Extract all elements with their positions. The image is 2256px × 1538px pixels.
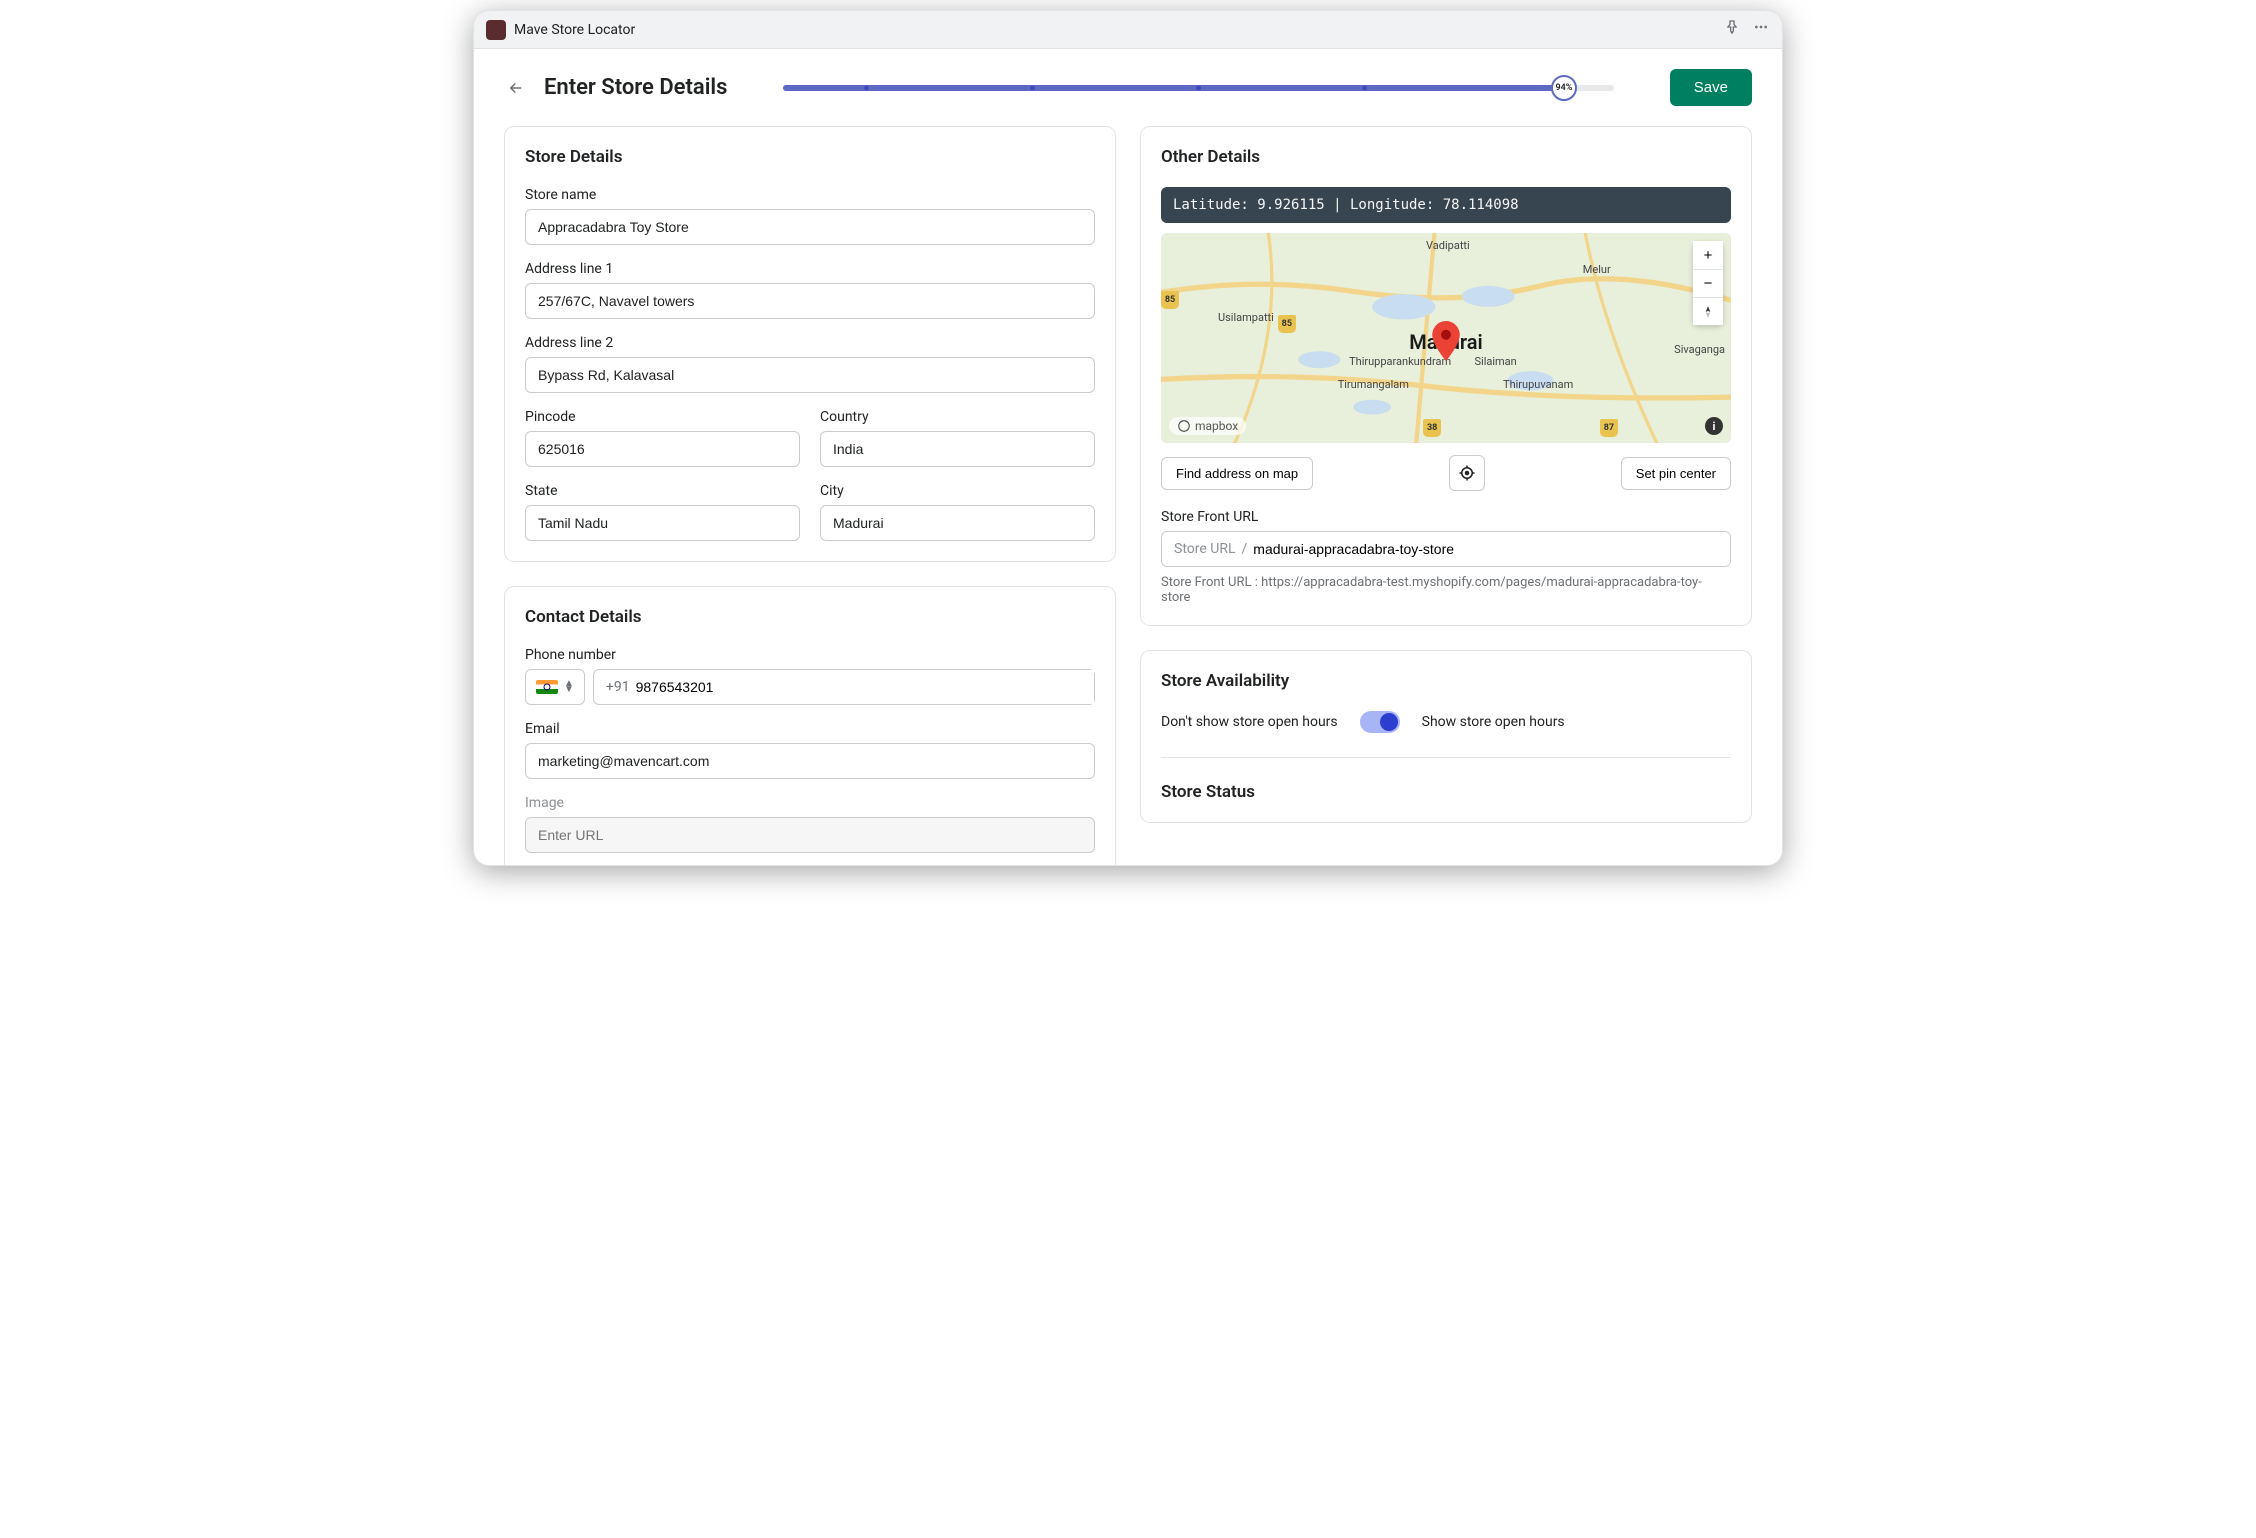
store-details-heading: Store Details xyxy=(525,147,1095,167)
address-2-label: Address line 2 xyxy=(525,335,1095,351)
road-shield: 85 xyxy=(1278,315,1296,333)
address-1-input[interactable] xyxy=(525,283,1095,319)
left-column: Store Details Store name Address line 1 … xyxy=(504,126,1116,865)
zoom-in-button[interactable]: + xyxy=(1693,241,1723,269)
map-view[interactable]: Vadipatti Melur Usilampatti Thirupparank… xyxy=(1161,233,1731,443)
titlebar: Mave Store Locator xyxy=(474,11,1782,49)
availability-on-label: Show store open hours xyxy=(1422,714,1565,730)
other-details-heading: Other Details xyxy=(1161,147,1731,167)
map-label: Sivaganga xyxy=(1674,343,1725,356)
city-label: City xyxy=(820,483,1095,499)
map-label: Tirumangalam xyxy=(1338,378,1409,391)
map-label: Usilampatti xyxy=(1218,311,1274,324)
back-button[interactable] xyxy=(504,76,528,100)
availability-heading: Store Availability xyxy=(1161,671,1731,691)
app-title: Mave Store Locator xyxy=(514,22,1724,38)
store-name-label: Store name xyxy=(525,187,1095,203)
more-icon[interactable] xyxy=(1752,19,1770,40)
email-input[interactable] xyxy=(525,743,1095,779)
url-prefix: Store URL xyxy=(1162,532,1242,566)
map-label: Melur xyxy=(1583,263,1611,276)
availability-status-card: Store Availability Don't show store open… xyxy=(1140,650,1752,823)
pincode-input[interactable] xyxy=(525,431,800,467)
availability-toggle[interactable] xyxy=(1360,711,1400,733)
save-button[interactable]: Save xyxy=(1670,69,1752,106)
map-zoom-controls: + − xyxy=(1693,241,1723,325)
store-front-url-help: Store Front URL : https://appracadabra-t… xyxy=(1161,575,1731,605)
titlebar-actions xyxy=(1724,19,1770,40)
latlon-display: Latitude: 9.926115 | Longitude: 78.11409… xyxy=(1161,187,1731,223)
store-front-url-input[interactable] xyxy=(1253,532,1730,566)
store-details-card: Store Details Store name Address line 1 … xyxy=(504,126,1116,562)
phone-input[interactable] xyxy=(630,670,1094,704)
country-input[interactable] xyxy=(820,431,1095,467)
mapbox-logo: mapbox xyxy=(1169,417,1246,435)
city-input[interactable] xyxy=(820,505,1095,541)
pin-icon[interactable] xyxy=(1724,19,1740,40)
store-name-input[interactable] xyxy=(525,209,1095,245)
road-shield: 85 xyxy=(1161,291,1179,309)
contact-details-heading: Contact Details xyxy=(525,607,1095,627)
store-front-url-label: Store Front URL xyxy=(1161,509,1731,525)
compass-button[interactable] xyxy=(1693,297,1723,325)
page-title: Enter Store Details xyxy=(544,75,727,100)
set-pin-center-button[interactable]: Set pin center xyxy=(1621,457,1731,490)
email-label: Email xyxy=(525,721,1095,737)
road-shield: 38 xyxy=(1423,419,1441,437)
page-header: Enter Store Details 94% Save xyxy=(504,69,1752,106)
progress-badge: 94% xyxy=(1551,75,1577,101)
map-label: Silaiman xyxy=(1475,355,1517,368)
url-slash: / xyxy=(1242,541,1254,557)
store-front-url-field: Store URL / xyxy=(1161,531,1731,567)
app-window: Mave Store Locator Enter Store Details xyxy=(473,10,1783,866)
address-2-input[interactable] xyxy=(525,357,1095,393)
other-details-card: Other Details Latitude: 9.926115 | Longi… xyxy=(1140,126,1752,626)
image-label: Image xyxy=(525,795,1095,811)
phone-label: Phone number xyxy=(525,647,1095,663)
map-pin-icon[interactable] xyxy=(1430,321,1462,365)
locate-me-button[interactable] xyxy=(1449,455,1485,491)
map-label: Thirupuvanam xyxy=(1503,378,1573,391)
country-label: Country xyxy=(820,409,1095,425)
map-info-icon[interactable]: i xyxy=(1705,417,1723,435)
contact-details-card: Contact Details Phone number ▲▼ +91 xyxy=(504,586,1116,865)
road-shield: 87 xyxy=(1600,419,1618,437)
pincode-label: Pincode xyxy=(525,409,800,425)
chevron-updown-icon: ▲▼ xyxy=(564,681,574,693)
state-input[interactable] xyxy=(525,505,800,541)
find-address-button[interactable]: Find address on map xyxy=(1161,457,1313,490)
availability-off-label: Don't show store open hours xyxy=(1161,714,1338,730)
app-icon xyxy=(486,20,506,40)
progress-bar: 94% xyxy=(783,85,1613,91)
main-grid: Store Details Store name Address line 1 … xyxy=(504,126,1752,865)
content-area: Enter Store Details 94% Save Store Detai… xyxy=(474,49,1782,865)
phone-prefix: +91 xyxy=(594,670,630,704)
state-label: State xyxy=(525,483,800,499)
right-column: Other Details Latitude: 9.926115 | Longi… xyxy=(1140,126,1752,865)
zoom-out-button[interactable]: − xyxy=(1693,269,1723,297)
map-label: Vadipatti xyxy=(1426,239,1470,252)
status-heading: Store Status xyxy=(1161,782,1731,802)
country-code-select[interactable]: ▲▼ xyxy=(525,669,585,705)
address-1-label: Address line 1 xyxy=(525,261,1095,277)
image-url-input[interactable] xyxy=(525,817,1095,853)
flag-india-icon xyxy=(536,680,558,694)
